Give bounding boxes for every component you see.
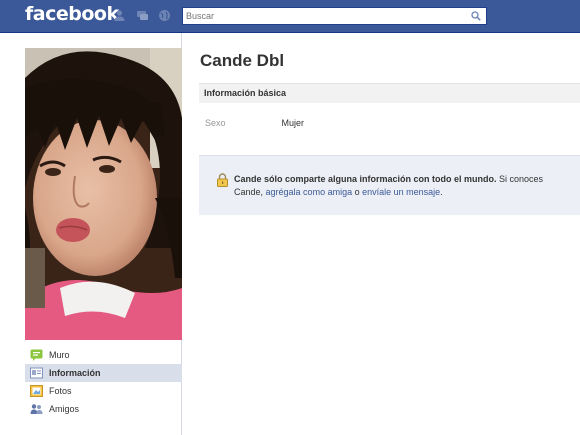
friend-requests-icon[interactable] xyxy=(113,9,126,22)
sex-value: Mujer xyxy=(281,118,305,128)
search-box xyxy=(182,7,487,25)
nav-item-info[interactable]: Información xyxy=(25,364,182,382)
messages-icon[interactable] xyxy=(136,9,149,22)
nav-item-friends[interactable]: Amigos xyxy=(25,400,182,418)
profile-nav: Muro Información Fotos Amigos xyxy=(25,346,182,418)
nav-item-wall[interactable]: Muro xyxy=(25,346,182,364)
privacy-notice: Cande sólo comparte alguna información c… xyxy=(199,155,580,215)
wall-icon xyxy=(30,349,43,361)
nav-item-label: Información xyxy=(49,368,101,378)
profile-picture[interactable] xyxy=(25,48,182,340)
profile-name: Cande Dbl xyxy=(200,51,285,70)
top-bar: facebook xyxy=(0,0,580,33)
search-icon xyxy=(471,11,481,21)
notice-text-part: Si conoces xyxy=(496,174,544,184)
facebook-logo[interactable]: facebook xyxy=(25,3,119,25)
info-icon xyxy=(30,367,43,379)
nav-item-label: Fotos xyxy=(49,386,72,396)
photos-icon xyxy=(30,385,43,397)
notice-text: Cande sólo comparte alguna información c… xyxy=(234,173,580,199)
search-button[interactable] xyxy=(466,8,486,24)
friends-icon xyxy=(30,403,43,415)
nav-item-label: Muro xyxy=(49,350,70,360)
notifications-globe-icon[interactable] xyxy=(158,9,171,22)
send-message-link[interactable]: envíale un mensaje xyxy=(362,187,440,197)
basic-info-header: Información básica xyxy=(199,83,580,103)
notice-text-part: . xyxy=(440,187,443,197)
notice-text-part: o xyxy=(352,187,363,197)
notice-bold-text: Cande sólo comparte alguna información c… xyxy=(234,174,497,184)
main-content: Cande Dbl Información básica Sexo Mujer … xyxy=(199,33,580,435)
nav-item-label: Amigos xyxy=(49,404,80,414)
search-input[interactable] xyxy=(186,9,461,23)
left-column: Muro Información Fotos Amigos xyxy=(0,33,182,435)
nav-item-photos[interactable]: Fotos xyxy=(25,382,182,400)
lock-icon xyxy=(216,173,229,187)
add-friend-link[interactable]: agrégala como amiga xyxy=(266,187,353,197)
sex-label: Sexo xyxy=(205,118,226,128)
notice-text-part: Cande, xyxy=(234,187,266,197)
info-row-sex: Sexo Mujer xyxy=(205,118,304,128)
